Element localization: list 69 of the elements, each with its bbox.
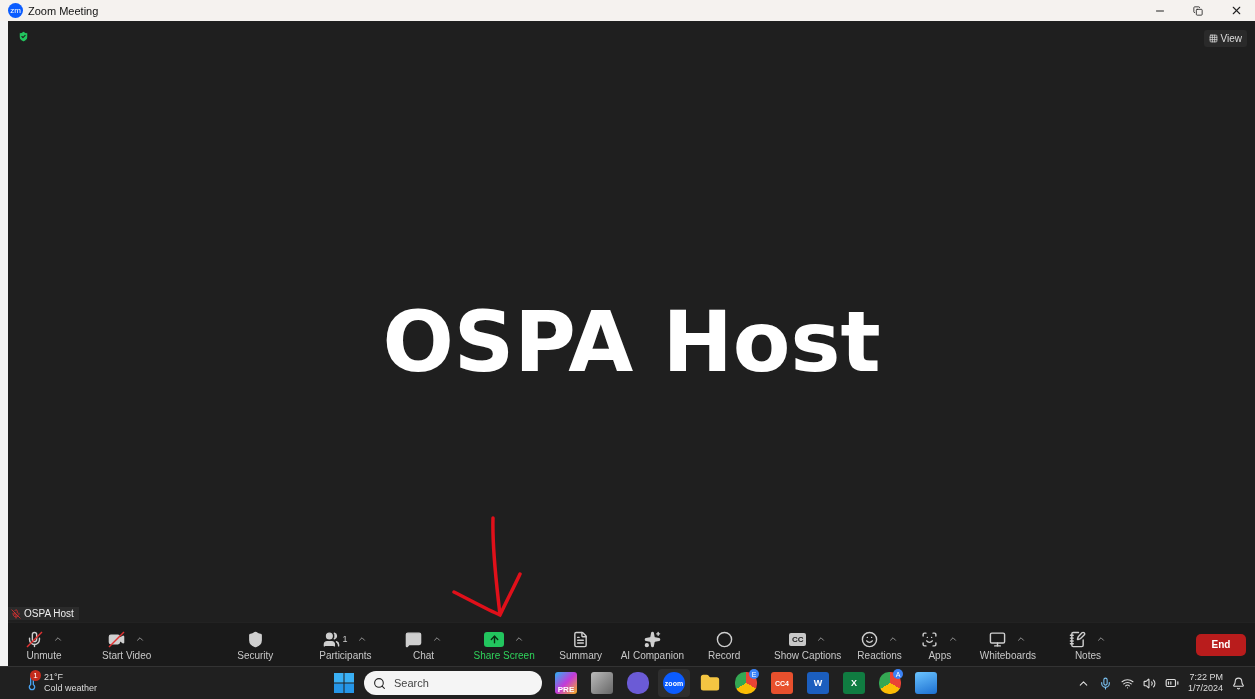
toolbar-button[interactable]: Notes [1074,650,1101,661]
battery-icon[interactable] [1164,676,1179,690]
apps-icon [921,630,939,648]
whiteboard-icon [989,630,1007,648]
word-icon: W [807,672,829,694]
toolbar-button[interactable]: Whiteboards [979,650,1036,661]
caret-icon[interactable] [948,634,959,644]
caret-icon[interactable] [816,634,827,644]
taskbar-app-button[interactable]: PRE [550,669,582,697]
window-title: Zoom Meeting [28,4,99,17]
participant-count: 1 [342,634,348,644]
taskbar-app-button[interactable]: X [838,669,870,697]
chrome-icon [879,672,901,694]
toolbar-button[interactable]: Record [707,650,741,661]
copilot-icon: PRE [555,672,577,694]
shield-icon [246,630,264,648]
document-icon [572,630,590,648]
chrome-icon [735,672,757,694]
microphone-icon[interactable] [1098,676,1112,690]
grid-icon [1208,34,1218,43]
search-input[interactable]: Search [392,676,526,690]
clock-date: 1/7/2024 [1187,683,1223,694]
weather-condition: Cold weather [44,683,98,694]
app-logo: zm [8,3,23,18]
taskbar-app-button[interactable]: W [802,669,834,697]
toolbar-button[interactable]: Security [237,650,274,661]
toolbar-button[interactable]: Apps [928,650,952,661]
toolbar-button[interactable]: Show Captions [774,650,842,661]
caret-icon[interactable] [514,634,525,644]
share-screen-icon [484,631,505,647]
end-button[interactable]: End [1196,633,1246,656]
folder-icon [700,673,720,693]
speaker-icon[interactable] [1142,676,1156,690]
notes-icon [1069,630,1087,648]
chat-icon [405,630,423,648]
caret-icon[interactable] [357,634,368,644]
toolbar-button[interactable]: Chat [413,650,435,661]
search-bar[interactable]: Search [364,671,542,695]
caret-icon[interactable] [135,634,146,644]
view-button[interactable]: View [1203,30,1247,47]
smiley-icon [861,630,879,648]
participant-name: OSPA Host [382,293,881,391]
captions-icon: CC [788,632,807,646]
caret-icon[interactable] [1096,634,1107,644]
shield-check-icon[interactable] [17,30,30,43]
restore-icon [1193,5,1203,16]
caret-icon[interactable] [432,634,443,644]
caret-icon[interactable] [1016,634,1027,644]
toolbar-button[interactable]: Summary [559,650,603,661]
toolbar-button[interactable]: Reactions [857,650,902,661]
sparkle-icon [643,630,661,648]
toolbar-button[interactable]: Share Screen [473,650,535,661]
notifications-icon[interactable] [1232,676,1245,690]
temperature: 21°F [44,672,65,683]
toolbar-button[interactable]: AI Companion [620,650,685,661]
name-tag-label: OSPA Host [24,608,74,619]
toolbar-button[interactable]: Participants [319,650,372,661]
record-icon [715,630,733,648]
people-icon [323,630,341,648]
toolbar-button[interactable]: Unmute [26,650,62,661]
excel-icon: X [843,672,865,694]
wifi-icon[interactable] [1120,676,1134,690]
notification-badge: 1 [30,670,41,681]
start-icon[interactable] [334,673,354,693]
clock-time: 7:22 PM [1189,672,1223,683]
caret-icon[interactable] [888,634,899,644]
search-icon [373,676,386,690]
toolbar-button[interactable]: Start Video [102,650,152,661]
caret-icon[interactable] [52,634,63,644]
